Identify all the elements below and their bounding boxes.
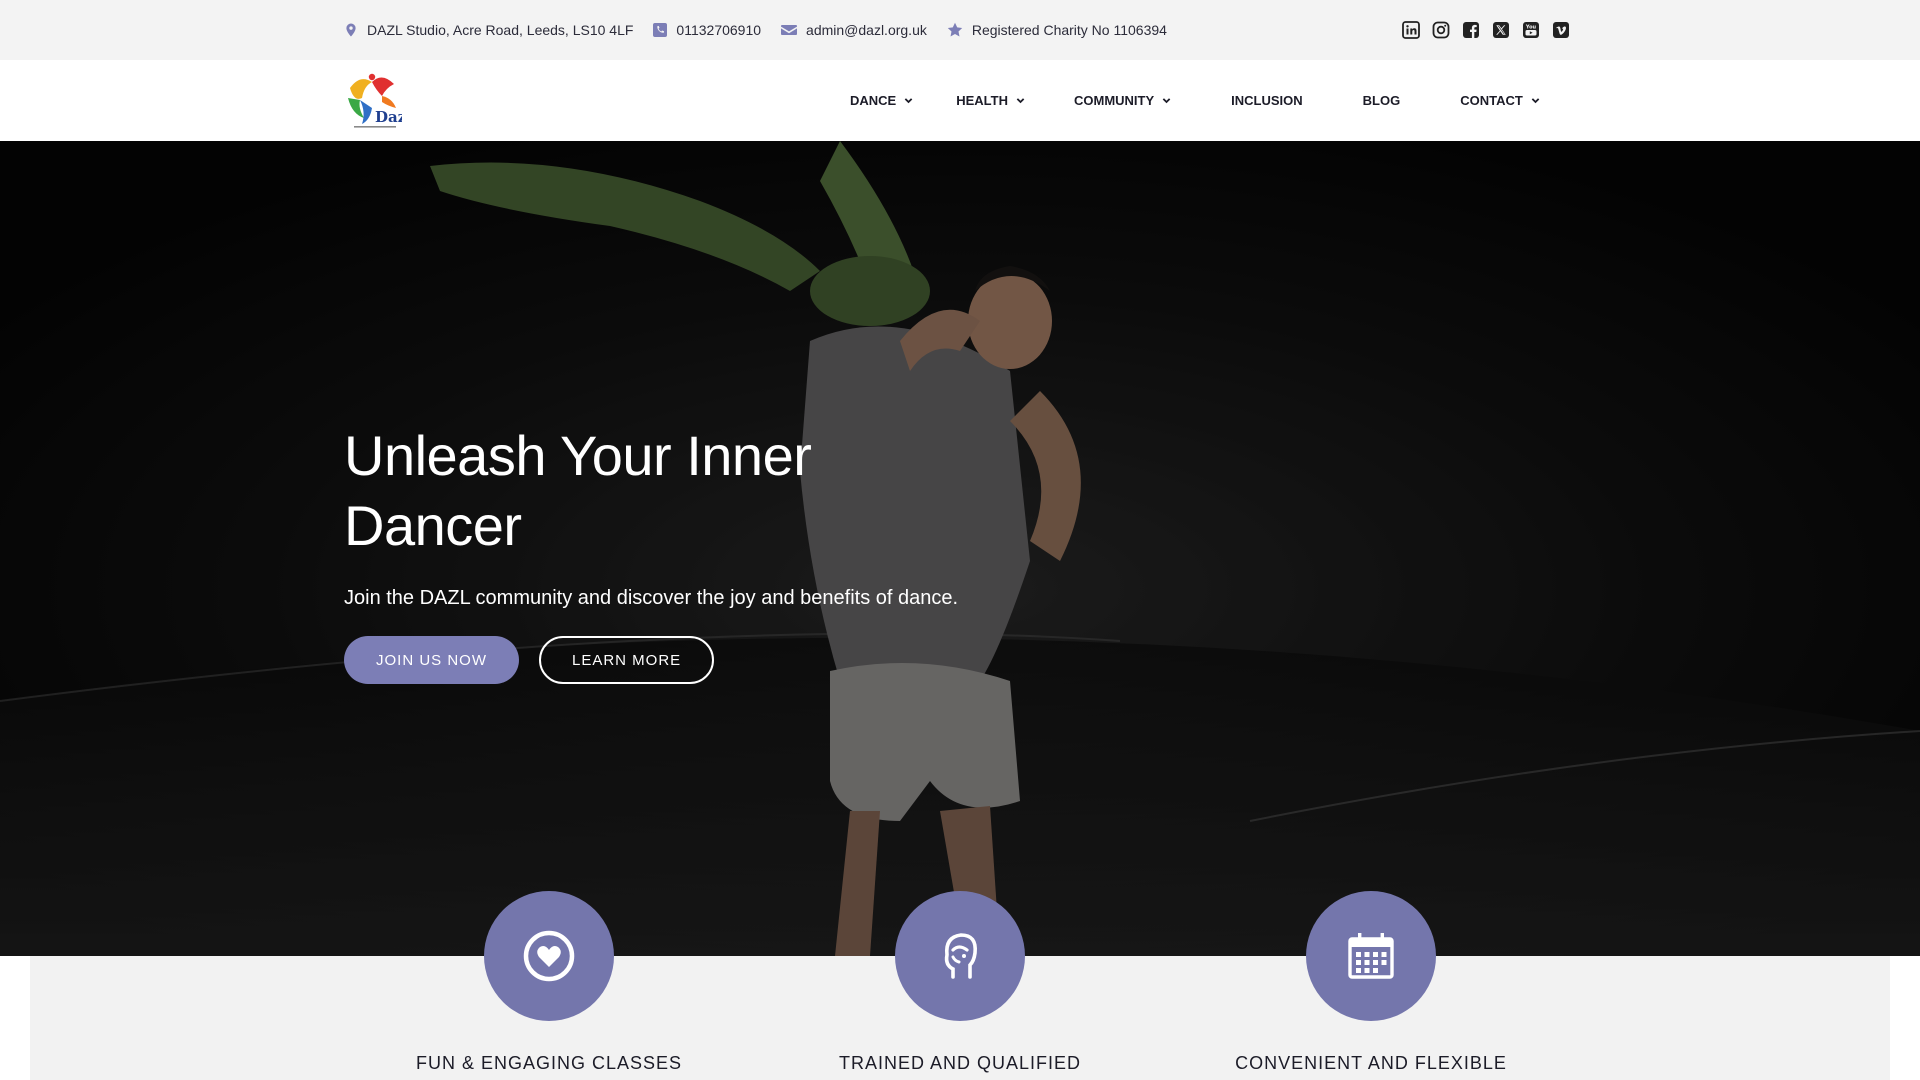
feature-circle-classes bbox=[484, 891, 614, 1021]
hero-title: Unleash Your Inner Dancer bbox=[344, 421, 1044, 561]
feature-title-trained: TRAINED AND QUALIFIED bbox=[838, 1053, 1082, 1073]
nav-community[interactable]: COMMUNITY bbox=[1074, 93, 1171, 108]
svg-text:You: You bbox=[1525, 24, 1537, 30]
top-contact-bar: DAZL Studio, Acre Road, Leeds, LS10 4LF … bbox=[0, 0, 1920, 60]
chevron-down-icon bbox=[904, 98, 913, 104]
instagram-icon[interactable] bbox=[1432, 21, 1450, 39]
heart-icon bbox=[523, 930, 575, 982]
calendar-icon bbox=[1348, 933, 1394, 979]
feature-title-flexible: CONVENIENT AND FLEXIBLE bbox=[1235, 1053, 1507, 1073]
address-item: DAZL Studio, Acre Road, Leeds, LS10 4LF bbox=[344, 22, 633, 38]
phone-text[interactable]: 01132706910 bbox=[676, 22, 761, 38]
nav-contact[interactable]: CONTACT bbox=[1460, 93, 1540, 108]
youtube-icon[interactable]: You bbox=[1522, 21, 1540, 39]
location-pin-icon bbox=[346, 23, 356, 37]
envelope-icon bbox=[781, 25, 798, 35]
chevron-down-icon bbox=[1531, 98, 1540, 104]
hero-subtitle: Join the DAZL community and discover the… bbox=[344, 587, 959, 609]
feature-circle-flexible bbox=[1306, 891, 1436, 1021]
hero-section: Unleash Your Inner Dancer Join the DAZL … bbox=[0, 141, 1920, 956]
chevron-down-icon bbox=[1016, 98, 1025, 104]
star-icon bbox=[947, 22, 963, 37]
vimeo-icon[interactable] bbox=[1552, 21, 1570, 39]
facebook-icon[interactable] bbox=[1462, 21, 1480, 39]
feature-title-classes: FUN & ENGAGING CLASSES bbox=[415, 1053, 683, 1073]
phone-item[interactable]: 01132706910 bbox=[653, 22, 761, 38]
x-twitter-icon[interactable] bbox=[1492, 21, 1510, 39]
hero-buttons: JOIN US NOW LEARN MORE bbox=[344, 636, 1044, 684]
hero-title-line1: Unleash Your Inner bbox=[344, 424, 812, 487]
nav-dance-label: DANCE bbox=[850, 93, 897, 108]
nav-dance[interactable]: DANCE bbox=[850, 93, 913, 108]
nav-blog[interactable]: BLOG bbox=[1363, 93, 1401, 108]
social-links: You bbox=[1402, 21, 1570, 39]
nav-inclusion[interactable]: INCLUSION bbox=[1231, 93, 1303, 108]
nav-health[interactable]: HEALTH bbox=[956, 93, 1025, 108]
contact-list: DAZL Studio, Acre Road, Leeds, LS10 4LF … bbox=[344, 22, 1167, 38]
logo-wordmark: Dazl bbox=[375, 108, 402, 126]
nav-health-label: HEALTH bbox=[956, 93, 1008, 108]
nav-contact-label: CONTACT bbox=[1460, 93, 1523, 108]
linkedin-icon[interactable] bbox=[1402, 21, 1420, 39]
feature-circle-trained bbox=[895, 891, 1025, 1021]
learn-more-button[interactable]: LEARN MORE bbox=[539, 636, 715, 684]
join-us-now-button[interactable]: JOIN US NOW bbox=[344, 636, 519, 684]
email-text[interactable]: admin@dazl.org.uk bbox=[806, 22, 927, 38]
primary-nav: DANCE HEALTH COMMUNITY INCLUSION BLOG CO… bbox=[850, 60, 1540, 141]
chevron-down-icon bbox=[1162, 98, 1171, 104]
email-item[interactable]: admin@dazl.org.uk bbox=[781, 22, 927, 38]
charity-text: Registered Charity No 1106394 bbox=[971, 22, 1167, 38]
hero-title-line2: Dancer bbox=[344, 494, 522, 557]
phone-icon bbox=[653, 23, 668, 37]
charity-item: Registered Charity No 1106394 bbox=[947, 22, 1167, 38]
nav-community-label: COMMUNITY bbox=[1074, 93, 1155, 108]
top-contact-bar-inner: DAZL Studio, Acre Road, Leeds, LS10 4LF … bbox=[344, 0, 1570, 60]
head-icon bbox=[944, 933, 978, 979]
address-text: DAZL Studio, Acre Road, Leeds, LS10 4LF bbox=[367, 22, 634, 38]
dazl-logo[interactable]: Dazl bbox=[342, 68, 412, 132]
nav-inclusion-label: INCLUSION bbox=[1231, 93, 1303, 108]
nav-blog-label: BLOG bbox=[1362, 93, 1401, 108]
main-navbar: Dazl DANCE HEALTH COMMUNITY INCLUSION BL… bbox=[0, 60, 1920, 141]
hero-content: Unleash Your Inner Dancer Join the DAZL … bbox=[344, 421, 1044, 684]
